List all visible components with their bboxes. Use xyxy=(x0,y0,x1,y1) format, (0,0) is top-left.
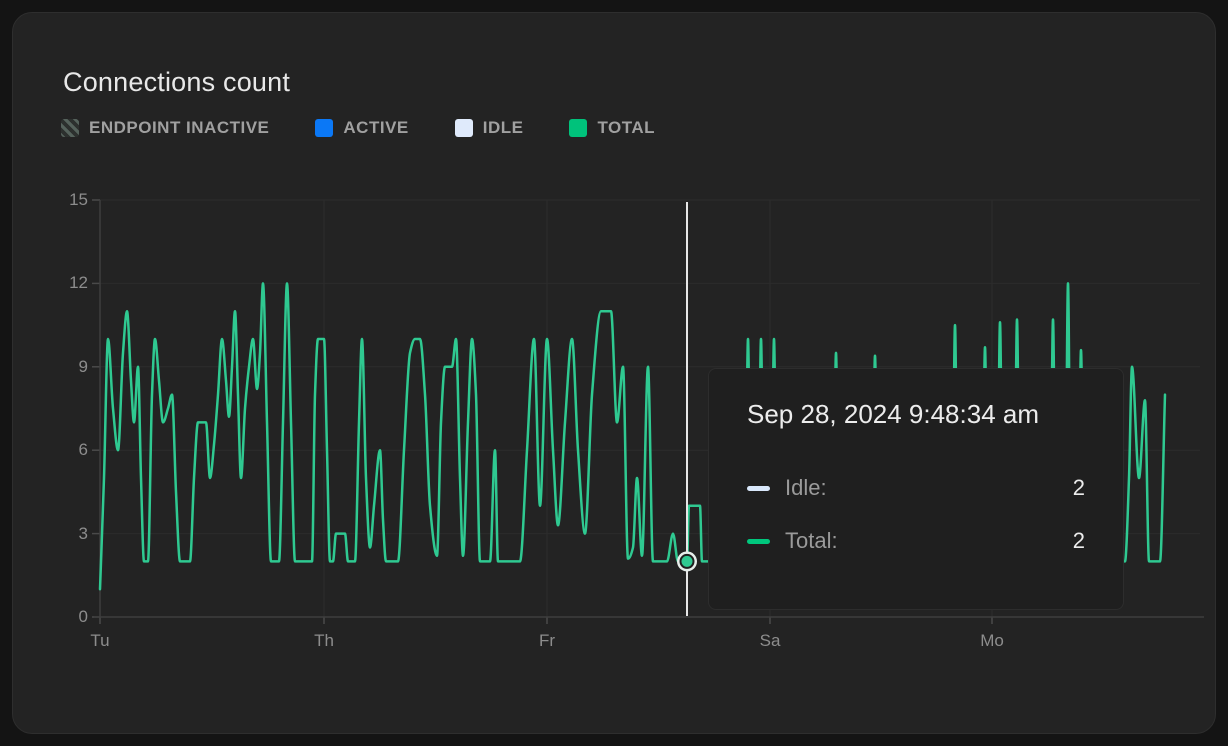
x-axis-label-tu: Tu xyxy=(90,631,109,651)
tooltip-idle-dash-icon xyxy=(747,486,770,491)
tooltip-timestamp: Sep 28, 2024 9:48:34 am xyxy=(747,399,1085,430)
y-axis-label-9: 9 xyxy=(36,357,88,377)
tooltip-row-total: Total: 2 xyxy=(747,528,1085,554)
selected-point-marker xyxy=(681,555,694,568)
tooltip-total-label: Total: xyxy=(785,528,838,554)
y-axis-label-12: 12 xyxy=(36,273,88,293)
tooltip-idle-label: Idle: xyxy=(785,475,827,501)
tooltip-row-idle: Idle: 2 xyxy=(747,475,1085,501)
y-axis-label-15: 15 xyxy=(36,190,88,210)
y-axis-label-6: 6 xyxy=(36,440,88,460)
chart-tooltip: Sep 28, 2024 9:48:34 am Idle: 2 Total: 2 xyxy=(708,368,1124,610)
y-axis-label-0: 0 xyxy=(36,607,88,627)
x-axis-label-fr: Fr xyxy=(539,631,555,651)
tooltip-idle-value: 2 xyxy=(1073,475,1085,501)
x-axis-label-sa: Sa xyxy=(760,631,781,651)
tooltip-rows: Idle: 2 Total: 2 xyxy=(747,475,1085,554)
x-axis-label-th: Th xyxy=(314,631,334,651)
tooltip-total-value: 2 xyxy=(1073,528,1085,554)
x-axis-label-mo: Mo xyxy=(980,631,1004,651)
page-background: Connections count ENDPOINT INACTIVEACTIV… xyxy=(0,0,1228,746)
y-axis-label-3: 3 xyxy=(36,524,88,544)
tooltip-total-dash-icon xyxy=(747,539,770,544)
